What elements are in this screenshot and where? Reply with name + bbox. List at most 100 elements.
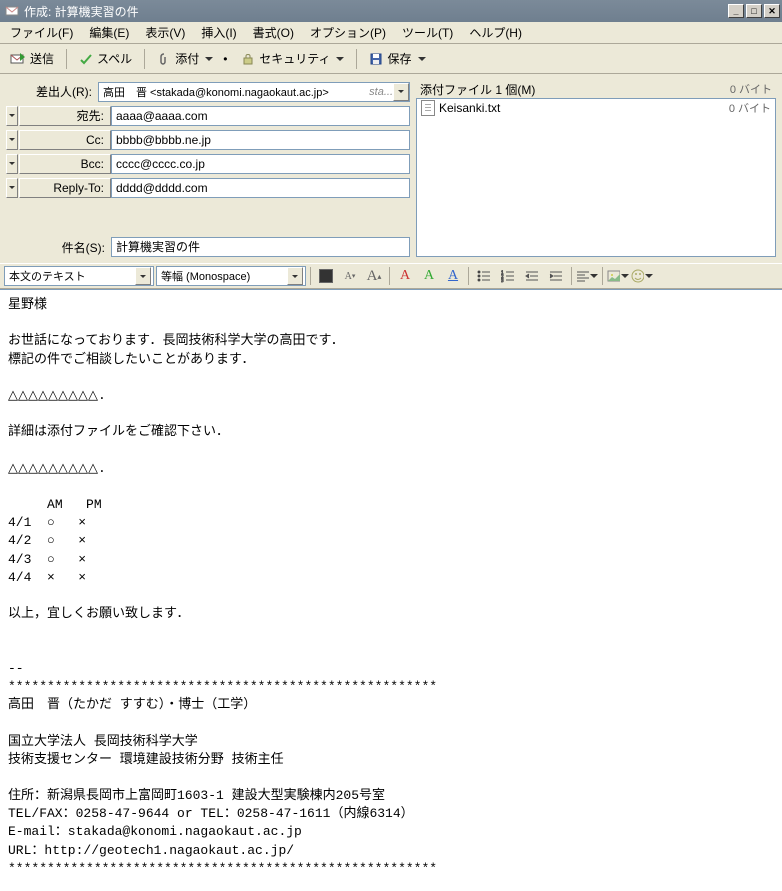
from-value: 高田 晋 <stakada@konomi.nagaokaut.ac.jp>: [99, 84, 369, 100]
number-list-button[interactable]: 123: [497, 265, 519, 287]
color-swatch-icon: [319, 269, 333, 283]
menu-options[interactable]: オプション(P): [302, 22, 394, 43]
style-dropdown-button[interactable]: [135, 267, 151, 285]
menu-tools[interactable]: ツール(T): [394, 22, 461, 43]
chevron-down-icon: [9, 186, 15, 189]
chevron-down-icon: [645, 274, 653, 278]
lock-icon: [241, 52, 255, 66]
align-button[interactable]: [576, 265, 598, 287]
left-headers: 差出人(R): 高田 晋 <stakada@konomi.nagaokaut.a…: [6, 80, 410, 257]
dropdown-arrow-icon: [418, 57, 426, 61]
cc-label[interactable]: Cc:: [19, 130, 111, 150]
format-separator: [571, 267, 572, 285]
to-label[interactable]: 宛先:: [19, 106, 111, 126]
subject-row: 件名(S): 計算機実習の件: [6, 237, 410, 257]
font-larger-button[interactable]: A▴: [363, 265, 385, 287]
indent-button[interactable]: [545, 265, 567, 287]
replyto-label[interactable]: Reply-To:: [19, 178, 111, 198]
attachments-total-size: 0 バイト: [730, 81, 772, 97]
row-type-button[interactable]: [6, 178, 18, 198]
font-color-blue-button[interactable]: A: [442, 265, 464, 287]
spell-icon: [79, 52, 93, 66]
spell-label: スペル: [97, 50, 132, 67]
to-input[interactable]: aaaa@aaaa.com: [111, 106, 410, 126]
attachment-item[interactable]: Keisanki.txt 0 バイト: [417, 99, 775, 117]
subject-label: 件名(S):: [6, 239, 111, 256]
font-color-green-button[interactable]: A: [418, 265, 440, 287]
from-select[interactable]: 高田 晋 <stakada@konomi.nagaokaut.ac.jp> st…: [98, 82, 410, 102]
row-type-button[interactable]: [6, 154, 18, 174]
send-icon: [10, 51, 26, 67]
from-extra: sta...: [369, 86, 393, 98]
font-dropdown-button[interactable]: [287, 267, 303, 285]
indent-icon: [549, 269, 563, 283]
attachment-size: 0 バイト: [729, 100, 771, 116]
format-separator: [468, 267, 469, 285]
attachments-list[interactable]: Keisanki.txt 0 バイト: [416, 98, 776, 257]
menubar: ファイル(F) 編集(E) 表示(V) 挿入(I) 書式(O) オプション(P)…: [0, 22, 782, 44]
svg-text:3: 3: [501, 279, 504, 283]
attachment-name: Keisanki.txt: [435, 101, 729, 115]
format-separator: [310, 267, 311, 285]
bullet-list-button[interactable]: [473, 265, 495, 287]
save-button[interactable]: 保存: [363, 47, 431, 71]
message-body[interactable]: 星野様 お世話になっております．長岡技術科学大学の高田です． 標記の件でご相談し…: [0, 289, 782, 891]
smiley-icon: [631, 269, 644, 283]
headers-area: 差出人(R): 高田 晋 <stakada@konomi.nagaokaut.a…: [0, 74, 782, 263]
row-type-button[interactable]: [6, 106, 18, 126]
chevron-down-icon: [292, 275, 298, 278]
paragraph-style-select[interactable]: 本文のテキスト: [4, 266, 154, 286]
minimize-button[interactable]: _: [728, 4, 744, 18]
menu-help[interactable]: ヘルプ(H): [461, 22, 530, 43]
replyto-input[interactable]: dddd@dddd.com: [111, 178, 410, 198]
chevron-down-icon: [9, 114, 15, 117]
dropdown-arrow-icon: [205, 57, 213, 61]
font-color-red-button[interactable]: A: [394, 265, 416, 287]
menu-format[interactable]: 書式(O): [245, 22, 302, 43]
file-icon: [421, 100, 435, 116]
from-row: 差出人(R): 高田 晋 <stakada@konomi.nagaokaut.a…: [6, 80, 410, 103]
menu-insert[interactable]: 挿入(I): [193, 22, 244, 43]
send-button[interactable]: 送信: [4, 47, 60, 71]
dropdown-arrow-icon: [336, 57, 344, 61]
attach-icon: [157, 52, 171, 66]
format-toolbar: 本文のテキスト 等幅 (Monospace) A▾ A▴ A A A 123: [0, 263, 782, 289]
spell-button[interactable]: スペル: [73, 47, 138, 71]
paragraph-style-value: 本文のテキスト: [9, 268, 135, 284]
cc-input[interactable]: bbbb@bbbb.ne.jp: [111, 130, 410, 150]
font-select[interactable]: 等幅 (Monospace): [156, 266, 306, 286]
insert-image-button[interactable]: [607, 265, 629, 287]
save-label: 保存: [387, 50, 411, 67]
attachments-panel: 添付ファイル 1 個(M) 0 バイト Keisanki.txt 0 バイト: [416, 80, 776, 257]
chevron-down-icon: [9, 162, 15, 165]
text-color-button[interactable]: [315, 265, 337, 287]
toolbar-separator: [66, 49, 67, 69]
bcc-label[interactable]: Bcc:: [19, 154, 111, 174]
attach-button[interactable]: 添付: [151, 47, 219, 71]
security-label: セキュリティ: [259, 50, 330, 67]
number-list-icon: 123: [501, 269, 515, 283]
row-type-button[interactable]: [6, 130, 18, 150]
bcc-input[interactable]: cccc@cccc.co.jp: [111, 154, 410, 174]
titlebar: 作成: 計算機実習の件 _ □ ✕: [0, 0, 782, 22]
cc-row: Cc: bbbb@bbbb.ne.jp: [6, 128, 410, 151]
format-separator: [389, 267, 390, 285]
attachments-title: 添付ファイル 1 個(M): [420, 81, 730, 98]
menu-edit[interactable]: 編集(E): [81, 22, 137, 43]
save-icon: [369, 52, 383, 66]
outdent-button[interactable]: [521, 265, 543, 287]
close-button[interactable]: ✕: [764, 4, 780, 18]
maximize-button[interactable]: □: [746, 4, 762, 18]
menu-file[interactable]: ファイル(F): [2, 22, 81, 43]
menu-view[interactable]: 表示(V): [137, 22, 193, 43]
from-dropdown-button[interactable]: [393, 83, 409, 101]
window-title: 作成: 計算機実習の件: [24, 3, 726, 20]
security-button[interactable]: セキュリティ: [235, 47, 350, 71]
replyto-row: Reply-To: dddd@dddd.com: [6, 176, 410, 199]
toolbar-separator: [356, 49, 357, 69]
app-icon: [4, 3, 20, 19]
font-smaller-button[interactable]: A▾: [339, 265, 361, 287]
smiley-button[interactable]: [631, 265, 653, 287]
subject-input[interactable]: 計算機実習の件: [111, 237, 410, 257]
toolbar: 送信 スペル 添付 • セキュリティ 保存: [0, 44, 782, 74]
